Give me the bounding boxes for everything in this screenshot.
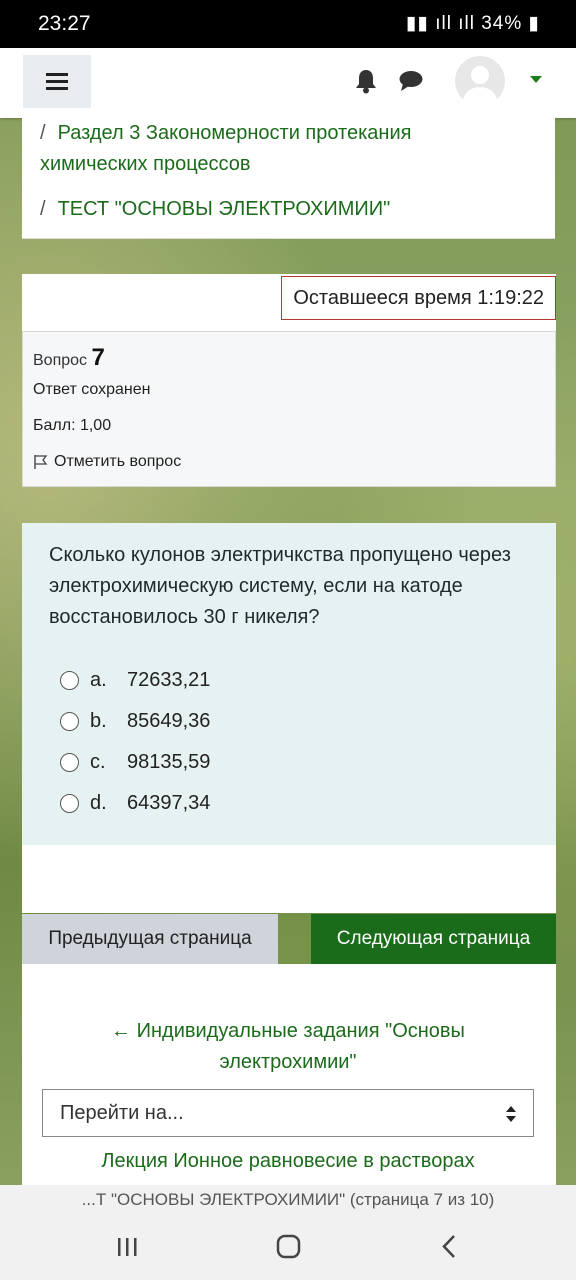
flag-icon — [34, 455, 48, 469]
answer-option-c[interactable]: c. 98135,59 — [60, 747, 210, 777]
answer-option-d[interactable]: d. 64397,34 — [60, 788, 210, 818]
menu-button[interactable] — [23, 55, 91, 108]
battery-level: 34% — [481, 13, 523, 34]
browser-page-title: ...Т "ОСНОВЫ ЭЛЕКТРОХИМИИ" (страница 7 и… — [0, 1185, 576, 1214]
signal-icon: ▮▮ ıll ıll — [406, 13, 475, 34]
radio-button[interactable] — [60, 670, 79, 690]
question-info: Вопрос 7 Ответ сохранен Балл: 1,00 Отмет… — [22, 331, 556, 487]
breadcrumb-item-section-cont[interactable]: химических процессов — [40, 149, 251, 180]
status-icons: ▮▮ ıll ıll 34% ▮ — [406, 12, 540, 35]
question-text: Сколько кулонов электричкства пропущено … — [49, 544, 511, 628]
previous-activity-link[interactable]: ← Индивидуальные задания "Основы электро… — [0, 1016, 576, 1078]
breadcrumb-item-test[interactable]: / ТЕСТ "ОСНОВЫ ЭЛЕКТРОХИМИИ" — [40, 194, 390, 225]
jump-to-select[interactable]: Перейти на... — [42, 1089, 534, 1137]
home-icon[interactable] — [276, 1234, 301, 1259]
next-activity-link[interactable]: Лекция Ионное равновесие в растворах — [0, 1150, 576, 1173]
radio-button[interactable] — [60, 793, 79, 813]
timer-strip: Оставшееся время 1:19:22 — [22, 274, 556, 332]
flag-question-button[interactable]: Отметить вопрос — [33, 453, 181, 471]
app-header — [0, 48, 576, 118]
status-bar: 23:27 ▮▮ ıll ıll 34% ▮ — [0, 0, 576, 48]
system-nav-bar — [0, 1214, 576, 1280]
chevron-down-icon[interactable] — [530, 76, 542, 83]
menu-icon — [46, 73, 68, 90]
breadcrumb: / Раздел 3 Закономерности протекания хими… — [22, 118, 555, 239]
previous-page-button[interactable]: Предыдущая страница — [22, 914, 278, 964]
recent-apps-icon[interactable] — [116, 1236, 138, 1258]
answer-option-a[interactable]: a. 72633,21 — [60, 665, 210, 695]
question-box: Сколько кулонов электричкства пропущено … — [22, 523, 556, 845]
question-state: Ответ сохранен — [33, 381, 151, 398]
time-remaining: Оставшееся время 1:19:22 — [281, 276, 556, 320]
breadcrumb-item-section[interactable]: / Раздел 3 Закономерности протекания — [40, 118, 411, 149]
answer-option-b[interactable]: b. 85649,36 — [60, 706, 210, 736]
battery-icon: ▮ — [528, 13, 540, 34]
radio-button[interactable] — [60, 752, 79, 772]
question-grade: Балл: 1,00 — [33, 417, 112, 434]
avatar[interactable] — [455, 56, 505, 106]
status-time: 23:27 — [38, 12, 91, 35]
next-page-button[interactable]: Следующая страница — [311, 914, 556, 964]
back-icon[interactable] — [440, 1234, 458, 1259]
radio-button[interactable] — [60, 711, 79, 731]
select-arrows-icon — [506, 1106, 516, 1122]
bell-icon[interactable] — [354, 68, 378, 94]
question-number: Вопрос 7 — [33, 344, 105, 371]
content-spacer — [22, 845, 556, 913]
chat-icon[interactable] — [398, 70, 424, 92]
